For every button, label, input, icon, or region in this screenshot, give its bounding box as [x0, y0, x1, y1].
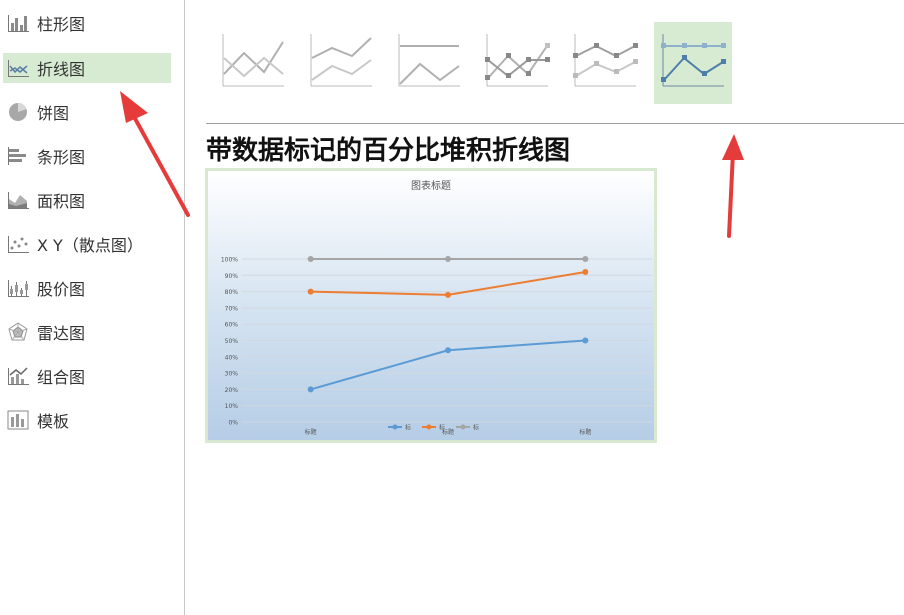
y-tick-label: 90%: [225, 273, 239, 280]
chart-title: 图表标题: [411, 179, 451, 192]
sidebar-item-label: 模板: [37, 412, 70, 431]
subtype-percent-stacked-line-with-markers[interactable]: [654, 22, 732, 104]
data-point: [307, 256, 314, 262]
legend-label: 标: [405, 424, 411, 432]
subtype-percent-stacked-line[interactable]: [390, 22, 468, 104]
subtype-stacked-line-with-markers[interactable]: [566, 22, 644, 104]
sidebar-item-line[interactable]: 折线图: [3, 53, 171, 83]
y-tick-label: 50%: [225, 338, 239, 345]
legend-label: 标: [439, 424, 445, 432]
y-tick-label: 60%: [225, 322, 239, 329]
template-icon: [6, 409, 30, 431]
data-point: [582, 269, 589, 276]
sidebar-item-label: 雷达图: [37, 324, 86, 343]
data-point: [307, 288, 314, 295]
sidebar-item-label: 组合图: [37, 368, 86, 387]
sidebar-item-radar[interactable]: 雷达图: [3, 317, 171, 347]
legend-marker: [460, 424, 466, 430]
bar-chart-icon: [6, 145, 30, 167]
y-tick-label: 40%: [225, 354, 239, 361]
legend-marker: [392, 424, 398, 430]
sidebar-item-combo[interactable]: 组合图: [3, 361, 171, 391]
y-tick-label: 20%: [225, 387, 239, 394]
percent-stacked-line-subtype-icon: [398, 34, 460, 87]
subtype-stacked-line[interactable]: [302, 22, 380, 104]
y-tick-label: 0%: [228, 420, 238, 427]
sidebar-item-label: 柱形图: [37, 15, 86, 34]
line-chart-icon: [6, 57, 30, 79]
sidebar-item-scatter[interactable]: X Y（散点图）: [3, 229, 171, 259]
subtype-line[interactable]: [214, 22, 292, 104]
legend-label: 标: [473, 424, 479, 432]
sidebar-item-template[interactable]: 模板: [3, 405, 171, 435]
percent-stacked-line-with-markers-subtype-icon: [661, 34, 726, 87]
red-arrow-pointer: [120, 91, 190, 217]
stacked-line-subtype-icon: [310, 34, 372, 87]
sidebar-item-column[interactable]: 柱形图: [3, 8, 171, 38]
data-point: [307, 386, 314, 393]
line-with-markers-subtype-icon: [485, 34, 550, 87]
stacked-line-with-markers-subtype-icon: [573, 34, 638, 87]
sidebar-item-label: X Y（散点图）: [37, 236, 143, 255]
subtype-line-with-markers[interactable]: [478, 22, 556, 104]
stock-chart-icon: [6, 277, 30, 299]
y-tick-label: 30%: [225, 371, 239, 378]
sidebar-item-label: 股价图: [37, 280, 86, 299]
sidebar-item-stock[interactable]: 股价图: [3, 273, 171, 303]
y-tick-label: 70%: [225, 305, 239, 312]
x-tick-label: 标题: [305, 428, 317, 436]
scatter-chart-icon: [6, 233, 30, 255]
data-point: [445, 347, 451, 354]
pie-chart-icon: [6, 101, 30, 123]
area-chart-icon: [6, 189, 30, 211]
y-tick-label: 100%: [221, 257, 238, 264]
data-point: [445, 291, 451, 298]
combo-chart-icon: [6, 365, 30, 387]
divider: [206, 123, 904, 124]
y-tick-label: 80%: [225, 289, 239, 296]
data-point: [582, 256, 589, 262]
sidebar-item-label: 折线图: [37, 60, 86, 79]
red-arrow-pointer: [722, 134, 744, 238]
sidebar-item-label: 条形图: [37, 148, 86, 167]
sidebar-item-label: 饼图: [37, 104, 70, 123]
y-tick-label: 10%: [225, 403, 239, 410]
chart-preview[interactable]: 图表标题 0% 10% 20% 30% 40% 50% 60% 70% 80% 90% 100% 标…: [205, 168, 657, 443]
chart-type-title: 带数据标记的百分比堆积折线图: [206, 136, 571, 166]
radar-chart-icon: [6, 321, 30, 343]
data-point: [445, 256, 451, 262]
column-chart-icon: [6, 12, 30, 34]
chart-preview-svg: 图表标题 0% 10% 20% 30% 40% 50% 60% 70% 80% 90% 100% 标…: [208, 171, 654, 440]
legend-marker: [426, 424, 432, 430]
line-chart-subtypes: [214, 22, 754, 104]
x-tick-label: 标题: [579, 428, 591, 436]
data-point: [582, 337, 589, 344]
line-subtype-icon: [222, 34, 284, 87]
sidebar-item-label: 面积图: [37, 192, 86, 211]
